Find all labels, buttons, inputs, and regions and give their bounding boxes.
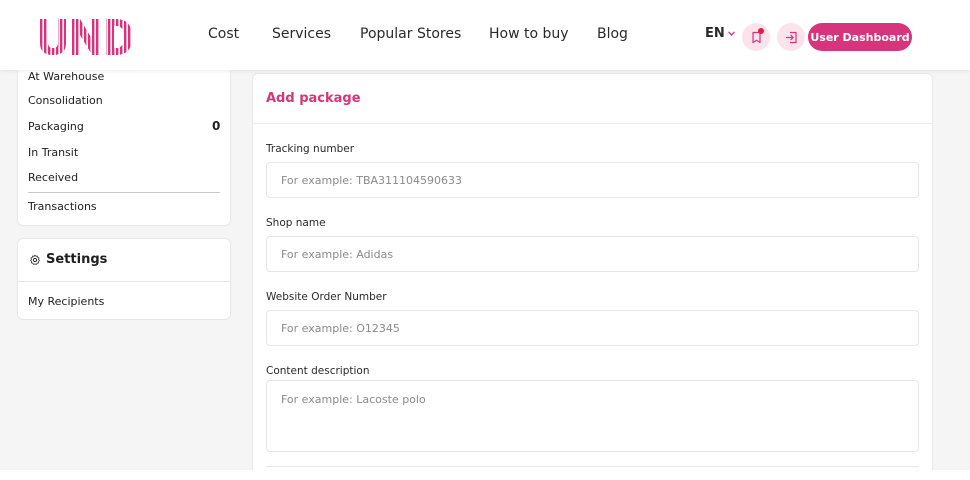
sidebar-item-consolidation[interactable]: Consolidation bbox=[28, 94, 103, 107]
settings-header: Settings bbox=[29, 252, 107, 267]
packaging-count: 0 bbox=[212, 119, 221, 133]
add-package-title: Add package bbox=[266, 91, 361, 106]
status-menu-card: At Warehouse Consolidation Packaging 0 I… bbox=[17, 70, 231, 226]
top-header: Cost Services Popular Stores How to buy … bbox=[0, 0, 970, 70]
nav-how-to-buy[interactable]: How to buy bbox=[489, 26, 569, 42]
shop-name-input[interactable] bbox=[266, 236, 919, 272]
user-dashboard-button[interactable]: User Dashboard bbox=[808, 23, 912, 51]
login-button[interactable] bbox=[777, 23, 805, 51]
und-logo[interactable] bbox=[40, 19, 132, 55]
website-order-number-input[interactable] bbox=[266, 310, 919, 346]
sidebar-item-received[interactable]: Received bbox=[28, 171, 78, 184]
language-selector[interactable]: EN bbox=[705, 26, 735, 41]
shop-name-label: Shop name bbox=[266, 217, 326, 229]
settings-title: Settings bbox=[46, 252, 108, 267]
tracking-number-label: Tracking number bbox=[266, 143, 355, 155]
nav-cost[interactable]: Cost bbox=[208, 26, 239, 42]
language-label: EN bbox=[705, 26, 725, 41]
content-description-label: Content description bbox=[266, 365, 370, 377]
tracking-number-input[interactable] bbox=[266, 162, 919, 198]
sidebar-item-my-recipients[interactable]: My Recipients bbox=[28, 295, 104, 308]
add-package-card: Add package Tracking number Shop name We… bbox=[252, 73, 933, 470]
website-order-number-label: Website Order Number bbox=[266, 291, 387, 303]
form-section-divider bbox=[266, 466, 919, 467]
notification-dot bbox=[758, 28, 764, 34]
notification-button[interactable] bbox=[742, 23, 770, 51]
nav-services[interactable]: Services bbox=[272, 26, 331, 42]
content-description-textarea[interactable] bbox=[266, 380, 919, 452]
sidebar-divider bbox=[28, 192, 220, 193]
sidebar-item-packaging[interactable]: Packaging bbox=[28, 120, 84, 133]
login-icon bbox=[785, 31, 797, 43]
content-area: At Warehouse Consolidation Packaging 0 I… bbox=[0, 70, 970, 470]
gear-icon bbox=[30, 254, 40, 265]
sidebar-item-at-warehouse[interactable]: At Warehouse bbox=[28, 70, 104, 83]
chevron-down-icon bbox=[727, 31, 735, 36]
nav-popular-stores[interactable]: Popular Stores bbox=[360, 26, 461, 42]
page-bottom-strip bbox=[0, 470, 970, 480]
card-header-divider bbox=[253, 123, 932, 124]
sidebar-item-in-transit[interactable]: In Transit bbox=[28, 146, 78, 159]
nav-blog[interactable]: Blog bbox=[597, 26, 628, 42]
sidebar-item-transactions[interactable]: Transactions bbox=[28, 200, 97, 213]
settings-card: Settings My Recipients bbox=[17, 238, 231, 320]
settings-divider bbox=[18, 281, 230, 282]
